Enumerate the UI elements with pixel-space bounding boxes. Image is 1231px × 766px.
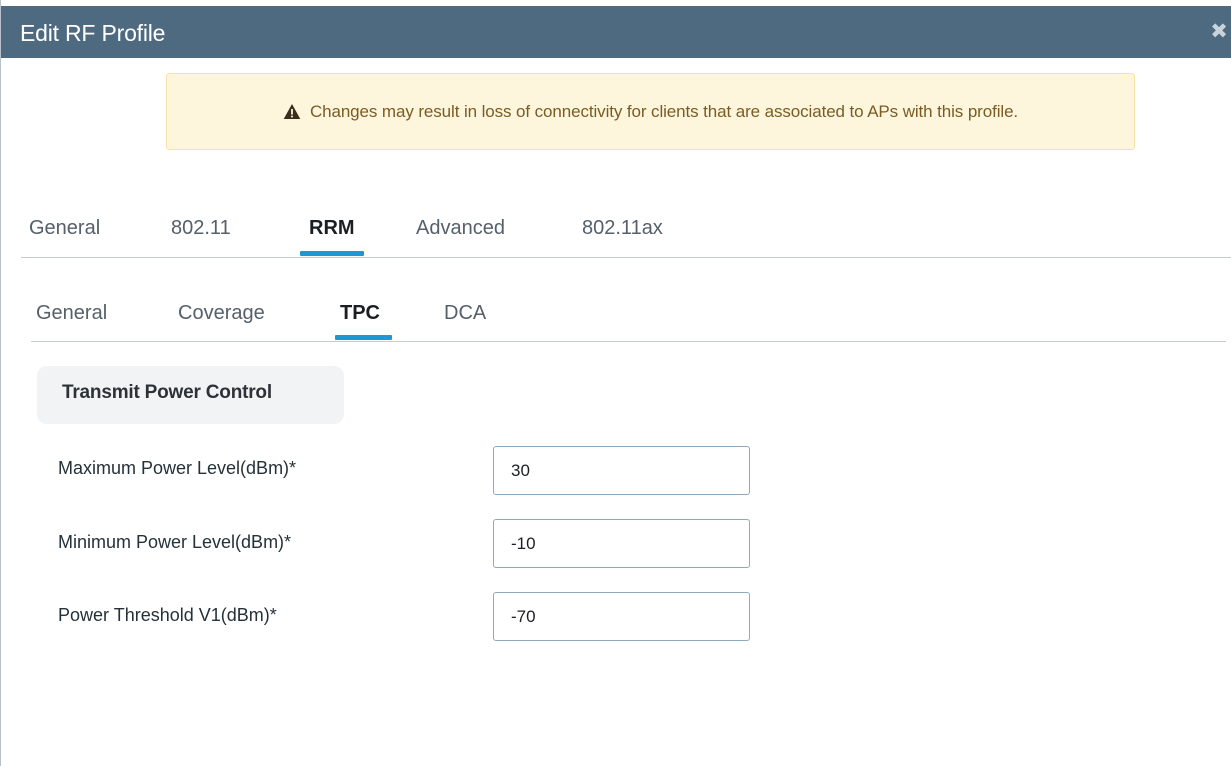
subtab-tpc[interactable]: TPC bbox=[340, 302, 380, 325]
dialog-title: Edit RF Profile bbox=[20, 20, 166, 46]
dialog-titlebar: Edit RF Profile ✖ bbox=[1, 6, 1231, 58]
rrm-subtabs: General Coverage TPC DCA bbox=[31, 292, 1226, 342]
tab-802-11[interactable]: 802.11 bbox=[171, 217, 231, 240]
tab-rrm[interactable]: RRM bbox=[309, 217, 355, 240]
subtab-dca[interactable]: DCA bbox=[444, 302, 486, 325]
main-tabs: General 802.11 RRM Advanced 802.11ax bbox=[21, 207, 1231, 258]
max-power-input[interactable] bbox=[493, 446, 750, 495]
tab-advanced[interactable]: Advanced bbox=[416, 217, 505, 240]
subtab-coverage[interactable]: Coverage bbox=[178, 302, 265, 325]
close-icon[interactable]: ✖ bbox=[1210, 21, 1228, 43]
alert-message: Changes may result in loss of connectivi… bbox=[309, 101, 1019, 121]
tab-general[interactable]: General bbox=[29, 217, 100, 240]
min-power-label: Minimum Power Level(dBm)* bbox=[58, 532, 292, 552]
max-power-label: Maximum Power Level(dBm)* bbox=[58, 458, 297, 478]
active-subtab-indicator bbox=[335, 335, 392, 340]
active-tab-indicator bbox=[300, 251, 364, 256]
power-threshold-label: Power Threshold V1(dBm)* bbox=[58, 605, 277, 625]
tpc-section-header: Transmit Power Control bbox=[37, 366, 344, 424]
warning-triangle-icon bbox=[283, 104, 301, 119]
min-power-input[interactable] bbox=[493, 519, 750, 568]
edit-rf-profile-dialog: Edit RF Profile ✖ Changes may result in … bbox=[0, 0, 1231, 766]
subtab-general[interactable]: General bbox=[36, 302, 107, 325]
warning-alert: Changes may result in loss of connectivi… bbox=[166, 73, 1135, 150]
power-threshold-input[interactable] bbox=[493, 592, 750, 641]
section-title: Transmit Power Control bbox=[62, 382, 272, 403]
tab-802-11ax[interactable]: 802.11ax bbox=[582, 217, 663, 240]
